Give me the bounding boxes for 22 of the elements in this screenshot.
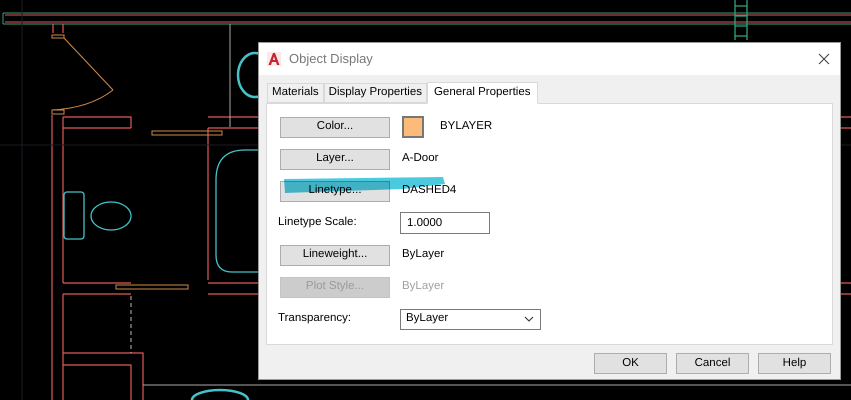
input-field[interactable]: 1.0000 bbox=[400, 212, 490, 234]
field-label: Transparency: bbox=[278, 311, 352, 326]
close-icon[interactable] bbox=[818, 53, 830, 65]
app-logo-icon bbox=[267, 52, 281, 66]
property-value: DASHED4 bbox=[402, 183, 456, 198]
tab[interactable]: Display Properties bbox=[324, 83, 427, 103]
property-value: BYLAYER bbox=[440, 119, 492, 134]
dropdown-field[interactable]: ByLayer bbox=[400, 308, 541, 330]
dialog-button[interactable]: Help bbox=[758, 353, 831, 374]
property-value: A-Door bbox=[402, 151, 438, 166]
dialog-button[interactable]: Cancel bbox=[676, 353, 749, 374]
property-button[interactable]: Lineweight... bbox=[280, 244, 390, 266]
tab[interactable]: Materials bbox=[267, 83, 324, 103]
dialog-button[interactable]: OK bbox=[594, 353, 667, 374]
window-title: Object Display bbox=[289, 50, 374, 68]
field-label: Linetype Scale: bbox=[278, 215, 358, 230]
property-button[interactable]: Color... bbox=[280, 116, 390, 138]
property-value: ByLayer bbox=[402, 247, 444, 262]
property-value: ByLayer bbox=[402, 279, 444, 294]
chevron-down-icon bbox=[524, 316, 534, 322]
tab[interactable]: General Properties bbox=[426, 82, 538, 104]
property-button[interactable]: Layer... bbox=[280, 148, 390, 170]
